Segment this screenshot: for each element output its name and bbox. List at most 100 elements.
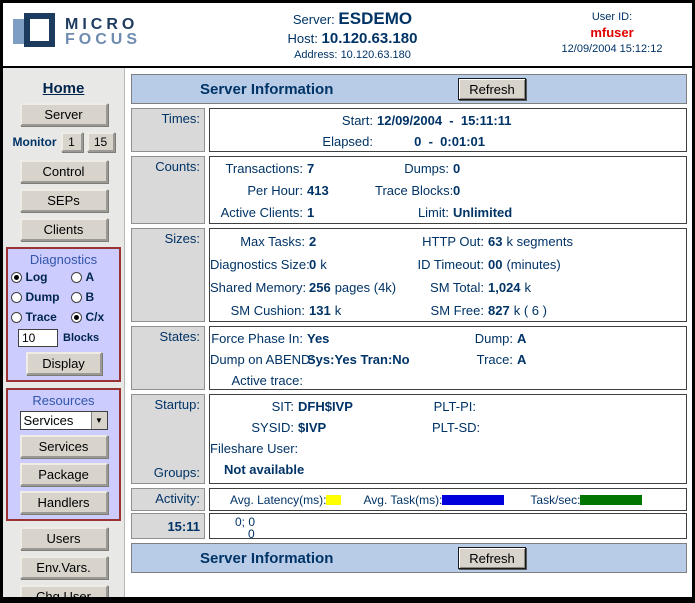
max-tasks-label: Max Tasks: bbox=[210, 230, 309, 253]
server-label: Server: bbox=[293, 12, 335, 27]
limit-value: Unlimited bbox=[453, 202, 686, 224]
resources-select[interactable]: Services ▼ bbox=[20, 411, 108, 430]
package-button[interactable]: Package bbox=[20, 463, 108, 486]
avg-latency-swatch bbox=[326, 495, 341, 505]
server-button[interactable]: Server bbox=[20, 103, 108, 126]
radio-option-dump[interactable]: Dump bbox=[11, 290, 71, 304]
resources-title: Resources bbox=[10, 393, 117, 408]
startup-label: Startup: bbox=[154, 397, 200, 412]
diagnostics-radio-group: Log A Dump B bbox=[10, 270, 117, 324]
radio-option-log[interactable]: Log bbox=[11, 270, 71, 284]
user-id-label: User ID: bbox=[532, 11, 692, 23]
diagnostics-size-label: Diagnostics Size: bbox=[210, 253, 309, 276]
times-row: Times: Start: 12/09/2004 - 15:11:11 Elap… bbox=[131, 108, 687, 152]
host-value: 10.120.63.180 bbox=[322, 30, 418, 47]
max-tasks-value: 2 bbox=[309, 230, 412, 253]
radio-b-icon[interactable] bbox=[71, 292, 82, 303]
radio-option-trace[interactable]: Trace bbox=[11, 310, 71, 324]
sizes-row: Sizes: Max Tasks: 2 HTTP Out: 63k segmen… bbox=[131, 228, 687, 322]
sm-total-value: 1,024k bbox=[488, 276, 686, 299]
radio-option-cx[interactable]: C/x bbox=[71, 310, 117, 324]
task-per-sec-label: Task/sec: bbox=[530, 493, 580, 507]
blocks-input[interactable] bbox=[18, 329, 58, 347]
dump-on-abend-label: Dump on ABEND: bbox=[210, 349, 307, 370]
avg-task-label: Avg. Task(ms): bbox=[363, 493, 442, 507]
transactions-value: 7 bbox=[307, 158, 375, 180]
shared-memory-value: 256pages (4k) bbox=[309, 276, 412, 299]
refresh-button-bottom[interactable]: Refresh bbox=[458, 547, 526, 569]
user-info: User ID: mfuser 12/09/2004 15:12:12 bbox=[532, 3, 692, 55]
sysid-value: $IVP bbox=[298, 417, 432, 438]
dumps-value: 0 bbox=[453, 158, 686, 180]
chguser-button[interactable]: Chg.User bbox=[20, 585, 108, 597]
blocks-label: Blocks bbox=[63, 332, 99, 344]
groups-label: Groups: bbox=[154, 465, 200, 480]
dump-on-abend-value: Sys:Yes Tran:No bbox=[307, 349, 457, 370]
blocks-row: Blocks bbox=[18, 329, 117, 347]
page: MICRO FOCUS Server: ESDEMO Host: 10.120.… bbox=[0, 0, 695, 603]
chevron-down-icon[interactable]: ▼ bbox=[91, 412, 107, 429]
display-button[interactable]: Display bbox=[26, 352, 102, 375]
avg-latency-label: Avg. Latency(ms): bbox=[230, 493, 326, 507]
active-trace-label: Active trace: bbox=[210, 370, 307, 391]
resources-panel: Resources Services ▼ Services Package Ha… bbox=[6, 388, 121, 521]
plt-pi-value bbox=[480, 396, 686, 417]
elapsed-value: 0 - 0:01:01 bbox=[377, 131, 485, 152]
active-clients-label: Active Clients: bbox=[210, 202, 307, 224]
activity-sample-row: 15:11 0; 0 0 bbox=[131, 513, 687, 539]
refresh-button[interactable]: Refresh bbox=[458, 78, 526, 100]
shared-memory-label: Shared Memory: bbox=[210, 276, 309, 299]
sm-cushion-label: SM Cushion: bbox=[210, 299, 309, 322]
envvars-button[interactable]: Env.Vars. bbox=[20, 556, 108, 579]
per-hour-label: Per Hour: bbox=[210, 180, 307, 202]
radio-option-a[interactable]: A bbox=[71, 270, 117, 284]
radio-a-icon[interactable] bbox=[71, 272, 82, 283]
page-body: Home Server Monitor 1 15 Control SEPs Cl… bbox=[3, 68, 692, 597]
monitor-15-button[interactable]: 15 bbox=[87, 132, 115, 152]
dumps-label: Dumps: bbox=[375, 158, 453, 180]
trace-state-label: Trace: bbox=[457, 349, 517, 370]
server-identity: Server: ESDEMO Host: 10.120.63.180 Addre… bbox=[173, 3, 532, 61]
plt-sd-value bbox=[480, 417, 686, 438]
sample-values-line2: 0 bbox=[210, 528, 686, 540]
http-out-value: 63k segments bbox=[488, 230, 686, 253]
avg-task-swatch bbox=[442, 495, 504, 505]
counts-label: Counts: bbox=[131, 156, 205, 224]
seps-button[interactable]: SEPs bbox=[20, 189, 108, 212]
startup-row: Startup: Groups: SIT: DFH$IVP PLT-PI: SY… bbox=[131, 394, 687, 484]
activity-label: Activity: bbox=[131, 488, 205, 511]
home-link[interactable]: Home bbox=[43, 80, 85, 97]
host-label: Host: bbox=[288, 31, 318, 46]
sample-values-line1: 0; 0 bbox=[210, 516, 686, 528]
clients-button[interactable]: Clients bbox=[20, 218, 108, 241]
datetime: 12/09/2004 15:12:12 bbox=[532, 43, 692, 55]
diagnostics-title: Diagnostics bbox=[10, 252, 117, 267]
logo-word-focus: FOCUS bbox=[65, 32, 141, 47]
radio-dump-icon[interactable] bbox=[11, 292, 22, 303]
force-phase-in-value: Yes bbox=[307, 328, 457, 349]
users-button[interactable]: Users bbox=[20, 527, 108, 550]
monitor-row: Monitor 1 15 bbox=[3, 132, 124, 152]
plt-sd-label: PLT-SD: bbox=[432, 417, 480, 438]
sizes-label: Sizes: bbox=[131, 228, 205, 322]
sm-free-value: 827k ( 6 ) bbox=[488, 299, 686, 322]
sm-total-label: SM Total: bbox=[412, 276, 488, 299]
radio-trace-icon[interactable] bbox=[11, 312, 22, 323]
diagnostics-panel: Diagnostics Log A Dump bbox=[6, 247, 121, 382]
services-button[interactable]: Services bbox=[20, 435, 108, 458]
radio-option-b[interactable]: B bbox=[71, 290, 117, 304]
handlers-button[interactable]: Handlers bbox=[20, 491, 108, 514]
control-button[interactable]: Control bbox=[20, 160, 108, 183]
page-header: MICRO FOCUS Server: ESDEMO Host: 10.120.… bbox=[3, 3, 692, 68]
trace-blocks-label: Trace Blocks: bbox=[375, 180, 453, 202]
activity-row: Activity: Avg. Latency(ms): Avg. Task(ms… bbox=[131, 488, 687, 511]
per-hour-value: 413 bbox=[307, 180, 375, 202]
micro-focus-logo-icon bbox=[13, 11, 57, 53]
radio-cx-icon[interactable] bbox=[71, 312, 82, 323]
diagnostics-size-value: 0k bbox=[309, 253, 412, 276]
times-label: Times: bbox=[131, 108, 205, 152]
sit-label: SIT: bbox=[210, 396, 298, 417]
monitor-1-button[interactable]: 1 bbox=[61, 132, 83, 152]
radio-log-icon[interactable] bbox=[11, 272, 22, 283]
start-value: 12/09/2004 - 15:11:11 bbox=[377, 110, 485, 131]
